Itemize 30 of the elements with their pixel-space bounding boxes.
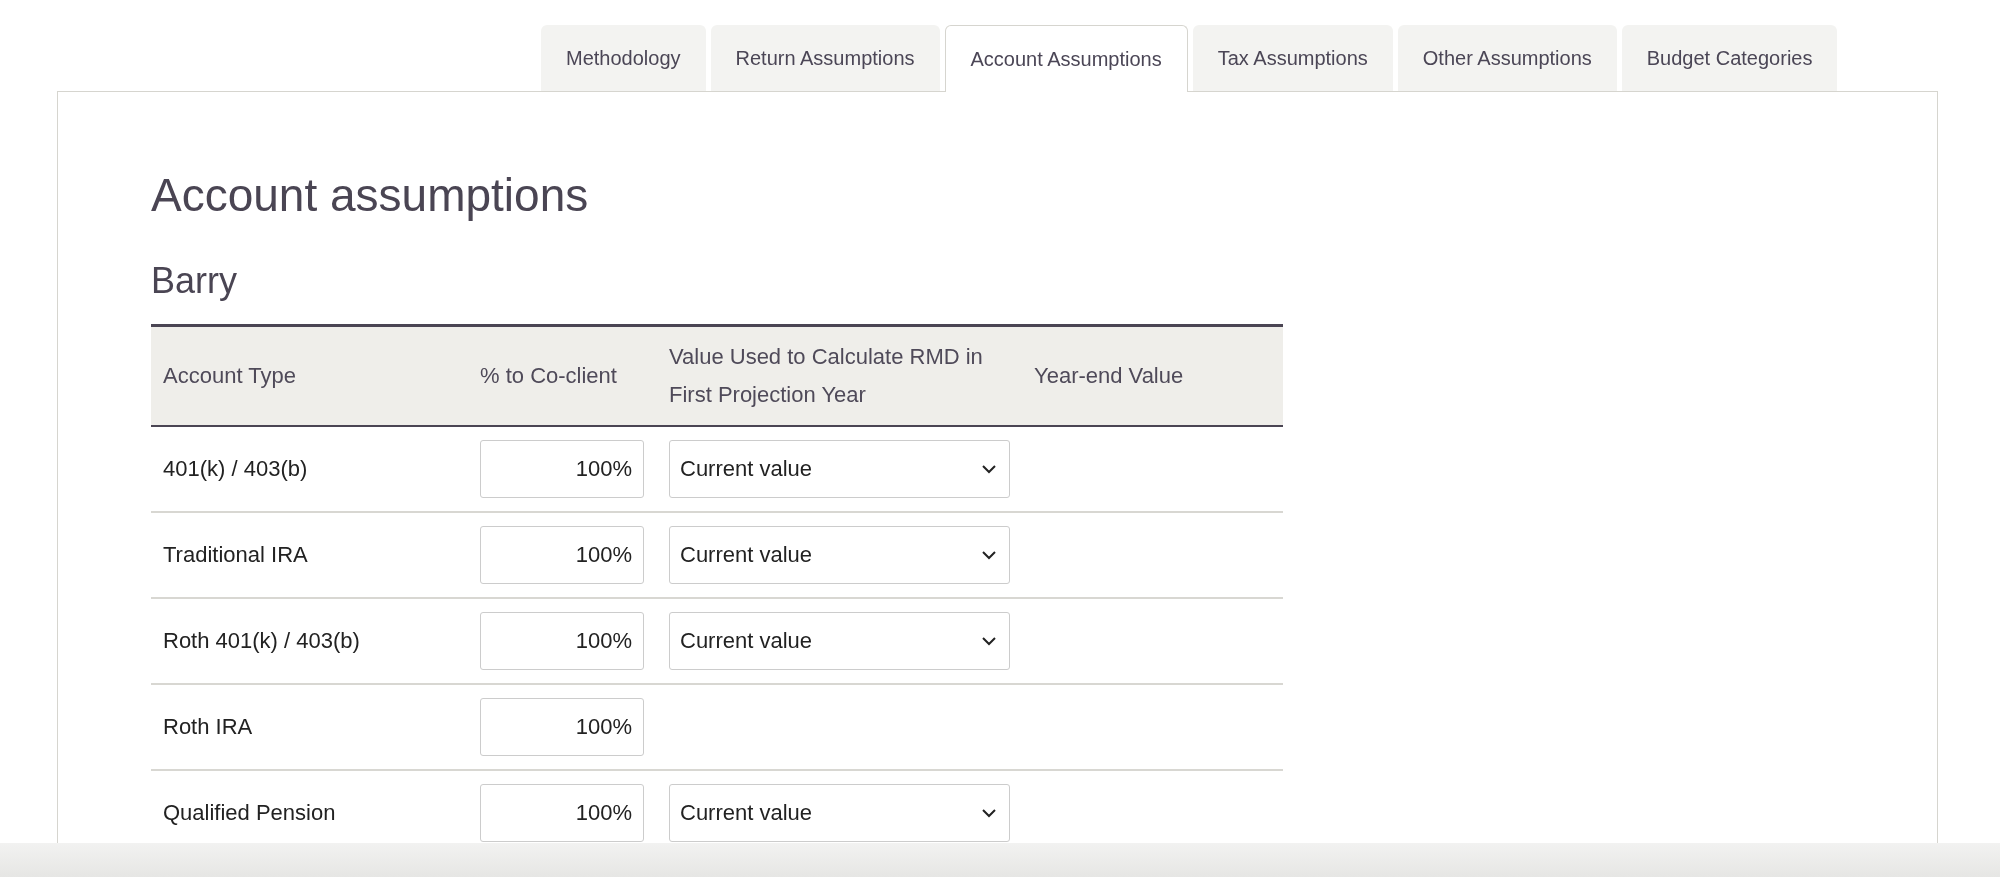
tab[interactable]: Tax Assumptions [1192,25,1393,91]
column-header: % to Co-client [480,363,617,388]
page-title: Account assumptions [151,168,590,222]
column-header: Value Used to Calculate RMD in First Projection Year [669,344,983,407]
tab[interactable]: Budget Categories [1621,25,1838,91]
column-header: Account Type [163,363,296,388]
rmd-value-dropdown[interactable]: Current value [669,440,1010,498]
tab[interactable]: Account Assumptions [944,25,1188,92]
tab[interactable]: Other Assumptions [1397,25,1617,91]
account-type-cell: Roth IRA [163,714,253,739]
percent-input[interactable]: 100% [480,698,644,756]
rmd-value-dropdown[interactable]: Current value [669,784,1010,842]
percent-input[interactable]: 100% [480,440,644,498]
rmd-value-dropdown[interactable]: Current value [669,612,1010,670]
chevron-down-icon [981,808,997,818]
chevron-down-icon [981,636,997,646]
tab[interactable]: Return Assumptions [710,25,940,91]
section-title: Barry [151,260,238,302]
column-header: Year-end Value [1034,363,1184,388]
chevron-down-icon [981,550,997,560]
percent-input[interactable]: 100% [480,612,644,670]
account-type-cell: Qualified Pension [163,800,336,825]
percent-input[interactable]: 100% [480,526,644,584]
account-type-cell: 401(k) / 403(b) [163,456,308,481]
chevron-down-icon [981,464,997,474]
tab[interactable]: Methodology [541,25,706,91]
rmd-value-dropdown[interactable]: Current value [669,526,1010,584]
account-type-cell: Roth 401(k) / 403(b) [163,628,360,653]
percent-input[interactable]: 100% [480,784,644,842]
account-type-cell: Traditional IRA [163,542,308,567]
